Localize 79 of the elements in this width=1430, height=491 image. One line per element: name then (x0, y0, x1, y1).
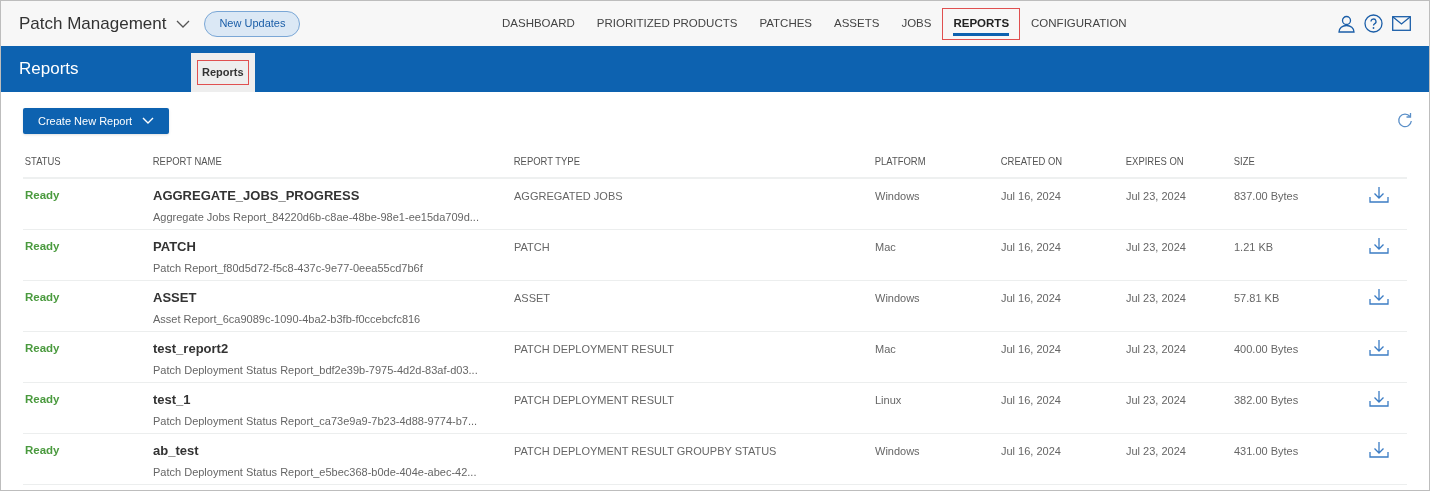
table-cell-text: Jul 16, 2024 (1000, 189, 1062, 204)
status-text: Ready (24, 188, 61, 203)
table-cell-text: Windows (874, 189, 921, 204)
table-cell-text: Windows (874, 444, 921, 459)
nav-tab[interactable]: DASHBOARD (492, 8, 585, 39)
report-file-name: Patch Deployment Status Report_e5bec368-b0de-404e-abec-42... (153, 464, 477, 480)
report-name: PATCH (153, 238, 196, 256)
download-icon[interactable] (1369, 186, 1389, 203)
nav-tab[interactable]: REPORTS (943, 8, 1020, 39)
download-icon[interactable] (1369, 390, 1389, 407)
status-text: Ready (24, 290, 61, 305)
refresh-icon[interactable] (1397, 112, 1413, 129)
column-header: REPORT TYPE (512, 154, 581, 169)
nav-tab[interactable]: PATCHES (749, 8, 823, 39)
column-header: REPORT NAME (151, 154, 223, 169)
page-tab[interactable]: Reports (191, 53, 255, 92)
column-header: STATUS (23, 154, 62, 169)
table-cell-text: Jul 23, 2024 (1125, 444, 1187, 459)
table-cell-text: Jul 23, 2024 (1125, 393, 1187, 408)
report-file-name: Aggregate Jobs Report_84220d6b-c8ae-48be-98e1-ee15da709d... (153, 209, 479, 225)
report-file-name: Patch Deployment Status Report_ca73e9a9-7b23-4d88-9774-b7... (153, 413, 478, 429)
app-title: Patch Management (19, 12, 167, 35)
table-cell-text: Jul 16, 2024 (1000, 444, 1062, 459)
table-cell-text: Windows (874, 291, 921, 306)
table-cell-text: Jul 16, 2024 (1000, 342, 1062, 357)
table-cell-text: 382.00 Bytes (1233, 393, 1300, 408)
chevron-down-icon[interactable] (176, 18, 191, 29)
mail-icon[interactable] (1392, 16, 1411, 31)
status-text: Ready (24, 239, 61, 254)
new-updates-badge[interactable]: New Updates (204, 10, 301, 37)
nav-tab[interactable]: PRIORITIZED PRODUCTS (586, 8, 748, 39)
status-text: Ready (24, 392, 61, 407)
column-header: CREATED ON (999, 154, 1064, 169)
report-file-name: Patch Report_f80d5d72-f5c8-437c-9e77-0eea55cd7b6f (153, 260, 423, 276)
table-cell-text: PATCH (513, 240, 551, 255)
table-cell-text: 1.21 KB (1233, 240, 1275, 255)
column-header: EXPIRES ON (1124, 154, 1185, 169)
download-icon[interactable] (1369, 288, 1389, 305)
table-cell-text: 837.00 Bytes (1233, 189, 1300, 204)
status-text: Ready (24, 443, 61, 458)
report-name: ASSET (153, 289, 197, 307)
column-header: SIZE (1232, 154, 1256, 169)
report-name: AGGREGATE_JOBS_PROGRESS (153, 187, 360, 205)
table-cell-text: Jul 16, 2024 (1000, 291, 1062, 306)
download-icon[interactable] (1369, 339, 1389, 356)
table-cell-text: ASSET (513, 291, 552, 306)
table-cell-text: AGGREGATED JOBS (513, 189, 624, 204)
help-icon[interactable] (1364, 14, 1383, 33)
table-cell-text: Jul 16, 2024 (1000, 393, 1062, 408)
report-name: ab_test (153, 442, 199, 460)
table-cell-text: Jul 16, 2024 (1000, 240, 1062, 255)
report-name: test_1 (153, 391, 191, 409)
chevron-down-icon (142, 117, 155, 125)
table-cell-text: 400.00 Bytes (1233, 342, 1300, 357)
status-text: Ready (24, 341, 61, 356)
report-name: test_report2 (153, 340, 229, 358)
table-cell-text: Jul 23, 2024 (1125, 240, 1187, 255)
table-cell-text: Jul 23, 2024 (1125, 342, 1187, 357)
nav-tab[interactable]: CONFIGURATION (1021, 8, 1137, 39)
nav-tab[interactable]: ASSETS (824, 8, 890, 39)
table-cell-text: PATCH DEPLOYMENT RESULT (513, 342, 675, 357)
table-cell-text: Linux (874, 393, 903, 408)
report-file-name: Patch Deployment Status Report_bdf2e39b-7975-4d2d-83af-d03... (153, 362, 478, 378)
table-cell-text: Jul 23, 2024 (1125, 291, 1187, 306)
table-cell-text: Jul 23, 2024 (1125, 189, 1187, 204)
table-cell-text: PATCH DEPLOYMENT RESULT GROUPBY STATUS (513, 444, 778, 459)
table-cell-text: 431.00 Bytes (1233, 444, 1300, 459)
nav-tab[interactable]: JOBS (891, 8, 942, 39)
table-cell-text: Mac (874, 240, 897, 255)
download-icon[interactable] (1369, 441, 1389, 458)
table-cell-text: PATCH DEPLOYMENT RESULT (513, 393, 675, 408)
page-title: Reports (18, 58, 80, 81)
create-report-button[interactable]: Create New Report (23, 108, 170, 134)
download-icon[interactable] (1369, 237, 1389, 254)
table-cell-text: Mac (874, 342, 897, 357)
user-icon[interactable] (1338, 14, 1355, 33)
report-file-name: Asset Report_6ca9089c-1090-4ba2-b3fb-f0ccebcfc816 (153, 311, 421, 327)
column-header: PLATFORM (873, 154, 927, 169)
table-cell-text: 57.81 KB (1233, 291, 1281, 306)
